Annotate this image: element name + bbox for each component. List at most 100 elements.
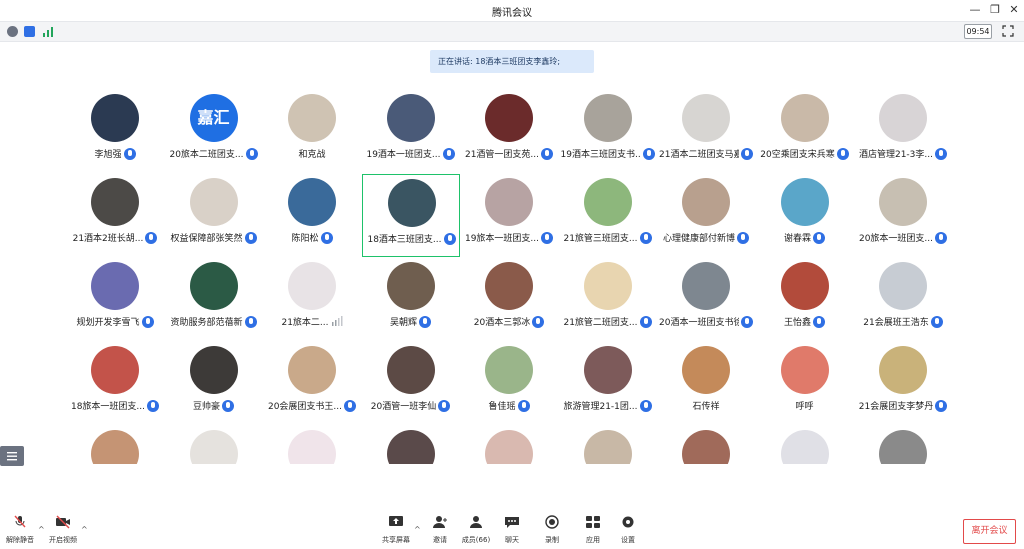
apps-button[interactable]: 应用 [573,513,613,547]
meeting-timer: 09:54 [964,24,992,39]
avatar [583,430,632,464]
participant-tile[interactable] [756,426,854,464]
participant-tile[interactable]: 嘉汇 20旅本二班团支... [165,90,263,173]
participant-name-row: 19酒本一班团支... [362,147,460,161]
participant-tile[interactable]: 19酒本三班团支书... [559,90,657,173]
video-options-chevron-icon[interactable]: ^ [81,525,88,534]
participant-tile[interactable]: 21会展团支李梦丹 [854,342,952,425]
avatar [583,346,632,394]
participant-tile[interactable]: 20酒本三郭冰 [460,258,558,341]
participant-tile[interactable]: 18旅本一班团支... [66,342,164,425]
participant-name-row: 20酒本一班团支书徐... [657,315,755,329]
fullscreen-icon[interactable] [1002,25,1014,37]
participant-tile[interactable]: 21旅管二班团支... [559,258,657,341]
participant-tile[interactable]: 规划开发李雪飞 [66,258,164,341]
window-title: 腾讯会议 [492,8,532,19]
participant-tile[interactable]: 鲁佳瑶 [460,342,558,425]
participant-tile[interactable]: 20酒管一班李仙 [362,342,460,425]
participant-name: 王怡鑫 [783,318,811,328]
participant-name-row: 21酒管一团支苑... [460,147,558,161]
participant-tile[interactable]: 王怡鑫 [756,258,854,341]
mic-icon [741,147,753,160]
avatar [189,178,238,226]
avatar-initials: 嘉汇 [197,108,230,127]
participant-tile[interactable]: 心理健康部付新博 [657,174,755,257]
participant-tile[interactable]: 豆帅豪 [165,342,263,425]
members-button[interactable]: 成员(66) [456,513,496,547]
participant-name-row: 21旅本二... [263,315,361,329]
mic-icon [541,147,554,160]
minimize-icon[interactable]: — [968,3,982,16]
chat-button[interactable]: 聊天 [492,513,532,547]
mic-icon [836,147,849,160]
participant-tile[interactable]: 20会展团支书王... [263,342,361,425]
close-icon[interactable]: ✕ [1007,3,1021,16]
unmute-button[interactable]: 解除静音 [0,513,40,547]
participant-tile[interactable]: 20酒本一班团支书徐... [657,258,755,341]
participant-tile[interactable]: 石传祥 [657,342,755,425]
mic-icon [438,399,451,412]
mic-icon [244,315,257,328]
avatar [780,430,829,464]
participant-tile[interactable]: 吴朝辉 [362,258,460,341]
avatar [485,94,533,142]
avatar [91,346,139,394]
signal-icon[interactable] [42,26,54,37]
participant-tile[interactable]: 19酒本一班团支... [362,90,460,173]
mic-icon [244,231,257,244]
info-icon[interactable] [7,26,18,37]
participant-name-row: 和克战 [263,147,361,161]
share-screen-icon [389,516,403,526]
start-video-button[interactable]: 开启视频 [43,513,83,547]
list-view-button[interactable] [0,446,24,466]
leave-meeting-button[interactable]: 离开会议 [963,519,1016,544]
participant-tile[interactable] [263,426,361,464]
participant-tile[interactable]: 21酒管一团支苑... [460,90,558,173]
participant-tile[interactable] [362,426,460,464]
participant-tile[interactable] [854,426,952,464]
members-icon [470,516,482,528]
participant-tile[interactable] [165,426,263,464]
participant-tile[interactable] [66,426,164,464]
restore-icon[interactable]: ❐ [988,3,1002,16]
participant-tile[interactable] [559,426,657,464]
participant-tile[interactable]: 21旅本二... [263,258,361,341]
participant-tile[interactable]: 18酒本三班团支... [361,174,460,257]
settings-button[interactable]: 设置 [608,513,648,547]
mic-icon [639,399,652,412]
share-screen-button[interactable]: 共享屏幕 [376,513,416,547]
record-icon [545,515,559,529]
participant-name-row: 19酒本三班团支书... [559,147,657,161]
shield-icon[interactable] [24,26,35,37]
mic-icon [344,399,357,412]
participant-tile[interactable]: 酒店管理21-3李... [854,90,952,173]
mic-icon [639,231,652,244]
speaking-indicator: 正在讲话: 18酒本三班团支李鑫玲; [430,50,594,73]
avatar [386,94,435,142]
participant-tile[interactable]: 21酒本2班长胡... [66,174,164,257]
record-button[interactable]: 录制 [532,513,572,547]
participant-tile[interactable]: 21酒本二班团支马嘉... [657,90,755,173]
participant-tile[interactable]: 旅游管理21-1团... [559,342,657,425]
participant-tile[interactable] [460,426,558,464]
participant-tile[interactable]: 19旅本一班团支... [460,174,558,257]
apps-icon [586,516,600,528]
participant-tile[interactable]: 呼呼 [756,342,854,425]
participant-tile[interactable]: 21旅管三班团支... [559,174,657,257]
participant-tile[interactable]: 谢春霖 [756,174,854,257]
invite-button[interactable]: 邀请 [420,513,460,547]
participant-name-row: 21会展班王浩东 [854,315,952,329]
participant-name: 规划开发李雪飞 [76,318,140,328]
participant-tile[interactable]: 资助服务部范蓓新 [165,258,263,341]
participant-tile[interactable]: 李旭强 [66,90,164,173]
participant-tile[interactable] [657,426,755,464]
participant-tile[interactable]: 陈阳松 [263,174,361,257]
avatar [879,94,927,142]
participant-tile[interactable]: 21会展班王浩东 [854,258,952,341]
participant-tile[interactable]: 权益保障部张笑然 [165,174,263,257]
participant-name-row: 21会展团支李梦丹 [854,399,952,413]
participant-tile[interactable]: 20空乘团支宋兵寒 [756,90,854,173]
participant-tile[interactable]: 和克战 [263,90,361,173]
mic-icon [145,231,158,244]
participant-tile[interactable]: 20旅本一班团支... [854,174,952,257]
